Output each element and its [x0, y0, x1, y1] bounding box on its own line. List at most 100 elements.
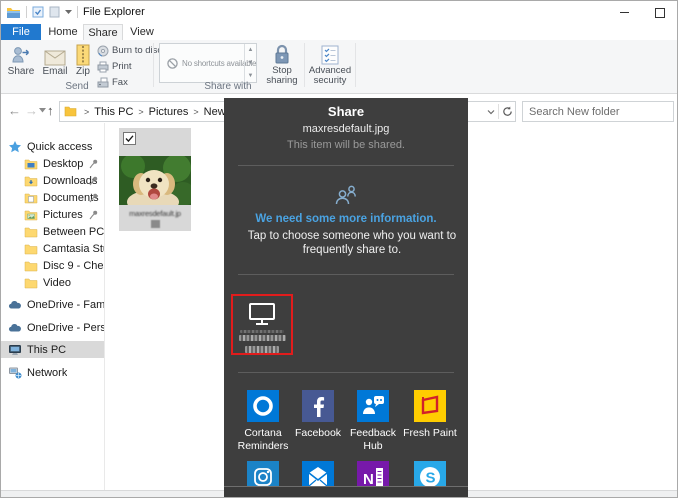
tab-view[interactable]: View: [125, 24, 159, 40]
burn-to-disc-button[interactable]: Burn to disc: [97, 43, 157, 58]
sidebar-item-camtasia-studio[interactable]: Camtasia Studio: [1, 240, 104, 257]
share-pane-info-heading: We need some more information.: [224, 213, 468, 225]
app-label: Feedback Hub: [342, 427, 404, 453]
sidebar-item-label: Quick access: [27, 141, 92, 153]
sidebar-item-documents[interactable]: Documents: [1, 189, 104, 206]
sidebar-divider: [104, 123, 105, 490]
sidebar-item-network[interactable]: Network: [1, 364, 104, 381]
minimize-button[interactable]: [609, 1, 639, 24]
recent-locations-caret-icon[interactable]: [39, 108, 46, 113]
advanced-security-button[interactable]: Advanced security: [308, 42, 352, 86]
star-icon: [8, 140, 22, 154]
share-pane-filename: maxresdefault.jpg: [224, 123, 468, 135]
share-pane: Share maxresdefault.jpg This item will b…: [224, 98, 468, 498]
no-shortcuts-icon: [167, 58, 178, 69]
breadcrumb-chevron[interactable]: >: [84, 107, 89, 117]
sidebar-item-video[interactable]: Video: [1, 274, 104, 291]
documents-icon: [24, 191, 38, 205]
window-title: File Explorer: [83, 6, 145, 18]
back-button[interactable]: ←: [8, 101, 21, 121]
up-button[interactable]: ↑: [47, 101, 54, 121]
app-feedback-hub[interactable]: Feedback Hub: [342, 390, 404, 453]
pane-bottom-strip: [224, 487, 468, 498]
sidebar-item-this-pc[interactable]: This PC: [1, 341, 104, 358]
file-item-maxresdefault[interactable]: maxresdefault.jp: [119, 128, 191, 231]
email-icon: [39, 42, 71, 66]
nearby-device-target[interactable]: [231, 294, 293, 355]
print-button[interactable]: Print: [97, 59, 157, 74]
sidebar-item-pictures[interactable]: Pictures: [1, 206, 104, 223]
stop-sharing-button[interactable]: Stop sharing: [263, 42, 301, 86]
sidebar-item-label: Camtasia Studio: [43, 243, 104, 255]
printer-icon: [97, 61, 109, 73]
share-with-shortcuts-box[interactable]: No shortcuts available ▲ ▼ ▼: [159, 43, 257, 83]
forward-button[interactable]: →: [25, 101, 38, 121]
blurred-device-name: [245, 346, 279, 353]
share-ribbon-button[interactable]: Share: [5, 42, 37, 77]
ribbon: Share Email Zip Burn to disc Print: [1, 40, 677, 94]
sidebar-item-desktop[interactable]: Desktop: [1, 155, 104, 172]
tab-share[interactable]: Share: [83, 24, 123, 40]
maximize-button[interactable]: [645, 1, 675, 24]
shortcuts-scroll-buttons[interactable]: ▲ ▼ ▼: [244, 44, 256, 82]
file-name-label: maxresdefault.jp: [119, 209, 191, 218]
folder-icon: [24, 259, 38, 273]
pin-icon: [88, 209, 99, 220]
pin-icon: [88, 192, 99, 203]
zip-button[interactable]: Zip: [69, 42, 97, 77]
blurred-status-mark: [151, 220, 160, 228]
ribbon-group-divider: [304, 43, 305, 87]
sidebar-item-downloads[interactable]: Downloads: [1, 172, 104, 189]
toolbar-divider: [26, 6, 27, 18]
sidebar-item-label: Video: [43, 277, 71, 289]
new-folder-icon[interactable]: [49, 6, 60, 18]
pane-divider: [238, 372, 454, 373]
sidebar-item-disc-9[interactable]: Disc 9 - Chest & Sho: [1, 257, 104, 274]
disc-icon: [97, 45, 109, 57]
toolbar-divider: [77, 6, 78, 18]
sidebar-item-onedrive-family[interactable]: OneDrive - Family: [1, 296, 104, 313]
breadcrumb-chevron[interactable]: >: [193, 107, 198, 117]
folder-icon: [6, 6, 21, 19]
email-button[interactable]: Email: [39, 42, 71, 77]
computer-icon: [248, 302, 276, 327]
refresh-icon[interactable]: [502, 106, 513, 117]
breadcrumb-pictures[interactable]: Pictures: [149, 106, 189, 118]
pin-icon: [88, 158, 99, 169]
quick-access-toolbar: File Explorer: [6, 4, 145, 20]
address-divider: [498, 104, 499, 119]
breadcrumb-folder-icon: [64, 106, 77, 117]
sidebar-item-label: OneDrive - Personal: [27, 322, 104, 334]
properties-icon[interactable]: [32, 6, 44, 18]
selection-checkbox[interactable]: [123, 132, 136, 145]
sidebar-item-onedrive-personal[interactable]: OneDrive - Personal: [1, 319, 104, 336]
sidebar-item-label: OneDrive - Family: [27, 299, 104, 311]
folder-icon: [24, 225, 38, 239]
tab-home[interactable]: Home: [45, 24, 81, 40]
sidebar-item-label: Between PCs: [43, 226, 104, 238]
tab-file[interactable]: File: [1, 24, 41, 40]
folder-icon: [24, 276, 38, 290]
app-fresh-paint[interactable]: Fresh Paint: [399, 390, 461, 440]
fresh-paint-icon: [414, 390, 446, 422]
blurred-device-name: [239, 335, 286, 342]
ribbon-tabs: File Home Share View: [1, 24, 677, 40]
app-facebook[interactable]: Facebook: [287, 390, 349, 440]
customize-toolbar-caret-icon[interactable]: [65, 10, 72, 15]
svg-text:S: S: [426, 470, 436, 487]
app-cortana-reminders[interactable]: Cortana Reminders: [232, 390, 294, 453]
zip-icon: [69, 42, 97, 66]
scroll-down-icon[interactable]: ▼: [245, 57, 256, 70]
breadcrumb-chevron[interactable]: >: [138, 107, 143, 117]
search-input[interactable]: [522, 101, 674, 122]
sidebar-item-between-pcs[interactable]: Between PCs: [1, 223, 104, 240]
breadcrumb-this-pc[interactable]: This PC: [94, 106, 133, 118]
share-pane-info-text: Tap to choose someone who you want to fr…: [230, 229, 474, 257]
network-icon: [8, 366, 22, 380]
title-bar: File Explorer: [1, 1, 677, 24]
scroll-up-icon[interactable]: ▲: [245, 44, 256, 57]
sidebar-item-quick-access[interactable]: Quick access: [1, 138, 104, 155]
address-dropdown-icon[interactable]: [487, 109, 495, 115]
pictures-icon: [24, 208, 38, 222]
share-with-group-label: Share with: [153, 81, 303, 92]
